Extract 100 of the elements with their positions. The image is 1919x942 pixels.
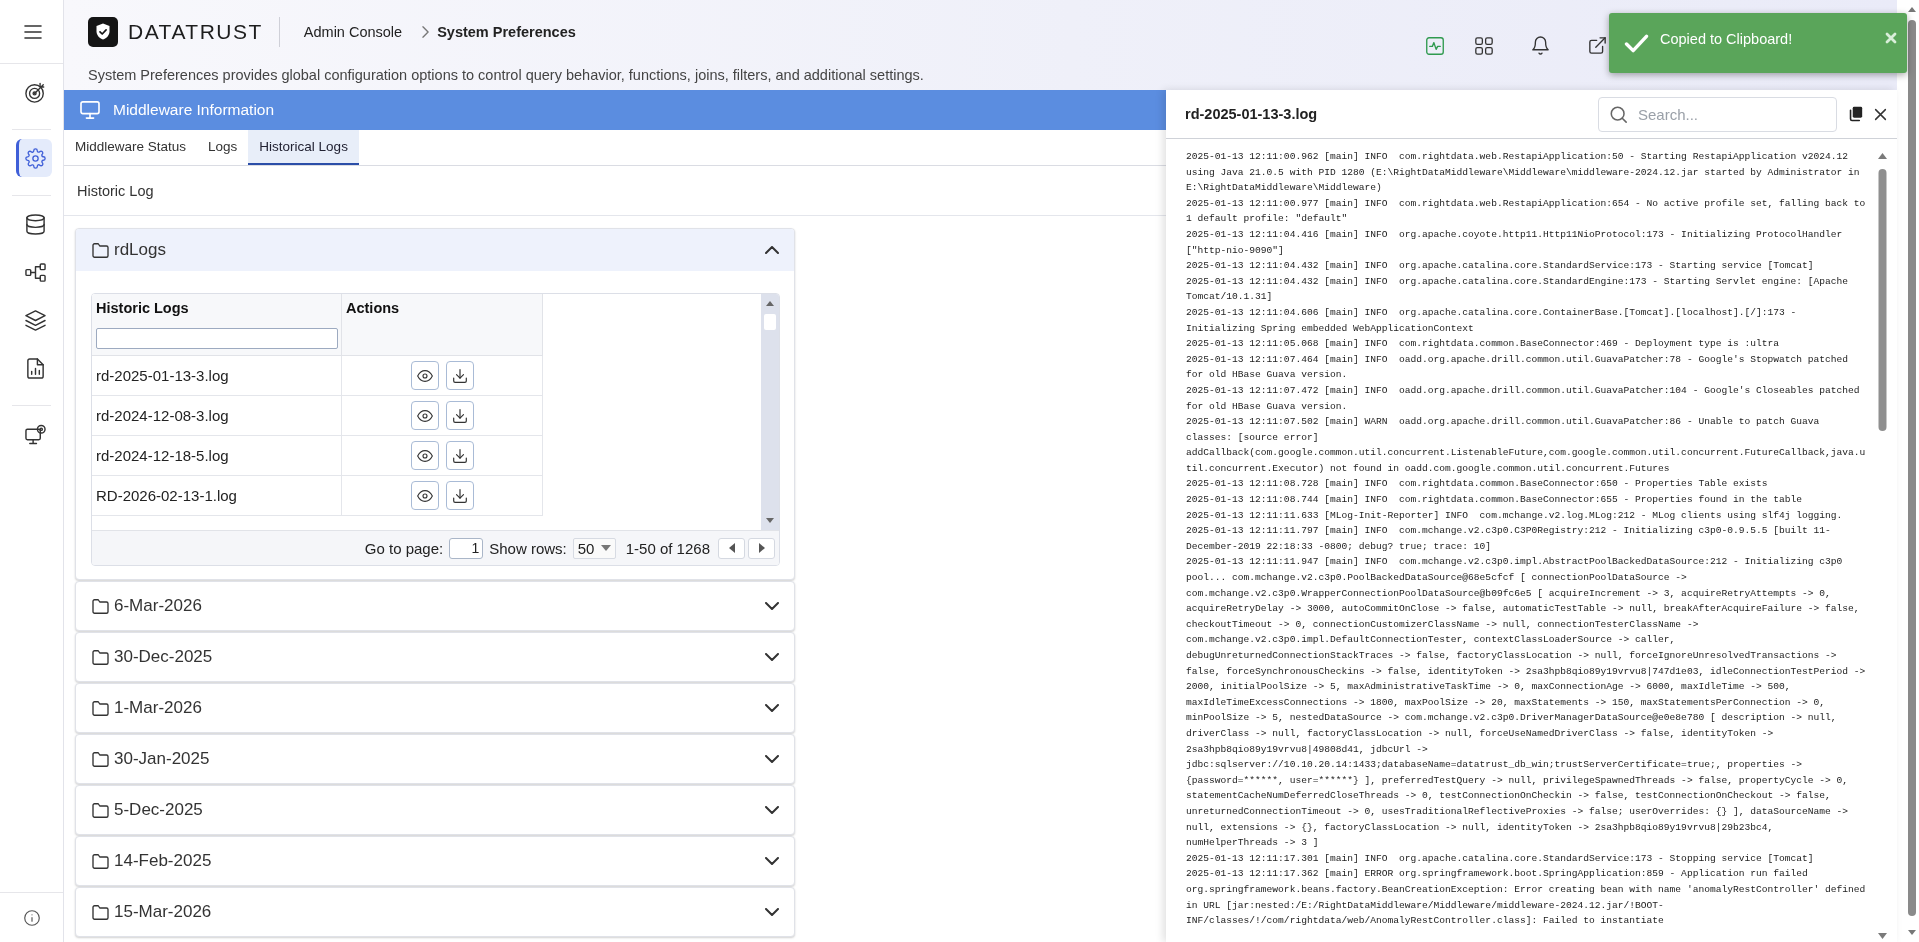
accordion-header[interactable]: 30-Jan-2025	[75, 734, 795, 784]
grid-icon[interactable]	[1475, 36, 1493, 55]
accordion-header[interactable]: 5-Dec-2025	[75, 785, 795, 835]
tab[interactable]: Logs	[197, 130, 249, 165]
triangle-left-icon	[728, 543, 735, 553]
folder-icon	[92, 751, 109, 767]
folder-icon	[92, 802, 109, 818]
table-cell: RD-2026-02-13-1.log	[92, 476, 342, 515]
go-to-page-label: Go to page:	[364, 539, 444, 557]
download-button[interactable]	[445, 401, 474, 430]
download-icon	[452, 488, 467, 503]
accordion-header[interactable]: 1-Mar-2026	[75, 683, 795, 733]
page-field[interactable]: 1	[449, 537, 484, 559]
settings-icon	[25, 147, 46, 169]
folder-icon	[92, 904, 109, 920]
chevron-up-icon	[765, 246, 779, 254]
search-icon	[1610, 105, 1627, 123]
target-icon	[25, 81, 46, 103]
log-entry: 2025-01-13 12:11:08.744 [main] INFO com.rightdata.common.BaseConnector:655 - Properties found in the table	[1186, 493, 1804, 508]
chevron-right-icon	[422, 26, 430, 38]
rows-select[interactable]: 50	[572, 537, 616, 559]
table-cell: rd-2025-01-13-3.log	[92, 356, 342, 395]
log-entry: 2025-01-13 12:11:00.977 [main] INFO com.rightdata.web.RestapiApplication:654 - No active profile set, falling back to 1 default profile: "default"	[1186, 196, 1867, 227]
log-entry: 2025-01-13 12:11:11.797 [main] INFO com.mchange.v2.c3p0.C3P0Registry:212 - Initializing c3p0-0.9.5.5 [built 11-December-2019 22:18:33 -0800; debug? true; trace: 10]	[1186, 524, 1832, 554]
tab[interactable]: Middleware Status	[64, 130, 198, 165]
show-rows-label: Show rows:	[489, 539, 567, 557]
accordion-header[interactable]: 6-Mar-2026	[75, 581, 795, 631]
log-entry: 2025-01-13 12:11:04.432 [main] INFO org.apache.catalina.core.StandardEngine:173 - Starting Servlet engine: [Apache Tomcat/10.1.31]	[1186, 274, 1850, 305]
chevron-down-icon	[765, 704, 779, 712]
view-button[interactable]	[410, 361, 439, 390]
folder-icon	[92, 700, 109, 716]
folder-icon	[92, 853, 109, 869]
copy-icon[interactable]	[1849, 106, 1863, 122]
breadcrumb-link[interactable]: Admin Console	[303, 24, 403, 40]
previous-page-button[interactable]	[718, 537, 745, 559]
nodes-icon	[25, 261, 46, 283]
chevron-down-icon	[765, 857, 779, 865]
accordion-header[interactable]: 14-Feb-2025	[75, 836, 795, 886]
log-entry: 2025-01-13 12:11:17.362 [main] ERROR org.springframework.boot.SpringApplication:859 - Application run failed org.springframework.beans.factory.BeanCreationException: Error creating bean with name 'anomalyRestController' defined in URL [jar:nested:/E:/RightDataMiddleware/Middleware/middleware-2024.12.jar/!BOOT-INF/classes/!/com/rightdata/web/AnomalyRestController.class]: Failed to instantiate	[1186, 867, 1867, 929]
database-icon	[25, 213, 46, 235]
next-page-button[interactable]	[748, 537, 775, 559]
chevron-down-icon	[765, 908, 779, 916]
view-button[interactable]	[410, 441, 439, 470]
column-header: Historic Logs	[96, 300, 189, 316]
accordion-header[interactable]: rdLogs	[76, 229, 794, 271]
eye-icon	[416, 489, 433, 502]
table-cell: rd-2024-12-08-3.log	[92, 396, 342, 435]
folder-icon	[92, 649, 109, 665]
log-title: rd-2025-01-13-3.log	[1185, 106, 1318, 122]
folder-icon	[92, 598, 109, 614]
monitor-icon	[80, 101, 100, 119]
table-cell: rd-2024-12-18-5.log	[92, 436, 342, 475]
bell-icon[interactable]	[1532, 36, 1549, 55]
log-entry: 2025-01-13 12:11:07.472 [main] INFO oadd.org.apache.drill.common.util.GuavaPatcher:104 - Google's Closeables patched for old HBase Guava version.	[1186, 383, 1861, 414]
menu-icon[interactable]	[24, 24, 42, 39]
search-field[interactable]: Search...	[1598, 96, 1837, 132]
download-button[interactable]	[445, 481, 474, 510]
log-entry: 2025-01-13 12:11:11.633 [MLog-Init-Reporter] INFO com.mchange.v2.log.MLog:212 - MLog clients using slf4j logging.	[1186, 508, 1844, 523]
download-button[interactable]	[445, 441, 474, 470]
pulse-icon[interactable]	[1426, 36, 1444, 55]
log-entry: 2025-01-13 12:11:11.947 [main] INFO com.mchange.v2.c3p0.impl.AbstractPoolBackedDataSource:212 - Initializing c3p0 pool... com.mchange.v2.c3p0.PoolBackedDataSource@68e5cfcf [ connectionPoolDataSource -> com.mchange.v2.c3p0.WrapperConnectionPoolDataSource@b09fc6e5 [ acquireIncrement -> 3, acquireRetryAttempts -> 0, acquireRetryDelay -> 3000, autoCommitOnClose -> false, automaticTestTable -> null, breakAfterAcquireFailure -> false, checkoutTimeout -> 0, connectionCustomizerClassName -> null, connectionTesterClassName -> com.mchange.v2.c3p0.impl.DefaultConnectionTester, contextClassLoaderSource -> caller, debugUnreturnedConnectionStackTraces -> false, factoryClassLocation -> null, forceIgnoreUnresolvedTransactions -> false, forceSynchronousCheckins -> false, identityToken -> 2sa3hpb8qio89y19vrvu8|747d1e03, idleConnectionTestPeriod -> 2000, initialPoolSize -> 5, maxAdministrativeTaskTime -> 0, maxConnectionAge -> 6000, maxIdleTime -> 500, maxIdleTimeExcessConnections -> 1800, maxPoolSize -> 20, maxStatements -> 150, maxStatementsPerConnection -> 0, minPoolSize -> 5, nestedDataSource -> com.mchange.v2.c3p0.DriverManagerDataSource@e0e8e780 [ description -> null, driverClass -> null, factoryClassLocation -> null, forceUseNamedDriverClass -> false, identityToken -> 2sa3hpb8qio89y19vrvu8|49808d41, jdbcUrl -> jdbc:sqlserver://10.10.20.14:1433;databaseName=datatrust_db_win;trustServerCertificate=true;, properties -> {password=******, user=******} ], preferredTestQuery -> null, privilegeSpawnedThreads -> false, propertyCycle -> 0, statementCacheNumDeferredCloseThreads -> 0, testConnectionOnCheckin -> false, testConnectionOnCheckout -> false, unreturnedConnectionTimeout -> 0, usesTraditionalReflectiveProxies -> false; userOverrides: {} ], dataSourceName -> null, extensions -> {}, factoryClassLocation -> null, identityToken -> 2sa3hpb8qio89y19vrvu8|29b23bc4, numHelperThreads -> 3 ]	[1186, 555, 1867, 851]
download-button[interactable]	[445, 361, 474, 390]
triangle-right-icon	[758, 543, 765, 553]
column-header: Actions	[346, 300, 400, 316]
filter-field[interactable]	[96, 328, 338, 349]
page-description: System Preferences provides global configuration options to control query behavior, functions, joins, filters, and additional settings.	[88, 66, 925, 84]
download-icon	[452, 408, 467, 423]
chart-document-icon	[25, 357, 46, 379]
close-icon[interactable]	[1874, 107, 1887, 121]
tab[interactable]: Historical Logs	[248, 130, 359, 165]
log-entry: 2025-01-13 12:11:17.301 [main] INFO org.apache.catalina.core.StandardService:173 - Stopping service [Tomcat]	[1186, 851, 1815, 866]
info-icon[interactable]	[23, 909, 40, 926]
view-button[interactable]	[410, 401, 439, 430]
external-link-icon[interactable]	[1589, 37, 1606, 54]
view-button[interactable]	[410, 481, 439, 510]
chevron-down-icon	[765, 602, 779, 610]
eye-icon	[416, 369, 433, 382]
log-entry: 2025-01-13 12:11:08.728 [main] INFO com.rightdata.common.BaseConnector:650 - Properties Table exists	[1186, 477, 1769, 492]
log-entry: 2025-01-13 12:11:04.606 [main] INFO org.apache.catalina.core.ContainerBase.[Tomcat].[localhost].[/]:173 - Initializing Spring embedded WebApplicationContext	[1186, 305, 1798, 336]
panel-heading: Historic Log	[77, 182, 154, 199]
accordion-header[interactable]: 30-Dec-2025	[75, 632, 795, 682]
chevron-down-icon	[765, 653, 779, 661]
check-icon	[1624, 33, 1649, 53]
page-title: System Preferences	[437, 24, 576, 40]
folder-icon	[92, 242, 109, 258]
brand-name: DATATRUST	[128, 20, 263, 44]
caret-icon	[600, 545, 611, 551]
accordion-header[interactable]: 15-Mar-2026	[75, 887, 795, 937]
log-entry: 2025-01-13 12:11:04.416 [main] INFO org.apache.coyote.http11.Http11NioProtocol:173 - Initializing ProtocolHandler ["http-nio-9090"]	[1186, 227, 1844, 258]
section-title: Middleware Information	[113, 101, 275, 119]
eye-icon	[416, 449, 433, 462]
log-entry: 2025-01-13 12:11:07.502 [main] WARN oadd.org.apache.drill.common.util.GuavaPatcher:86 - Unable to patch Guava classes: [source error] addCallback(com.google.common.util.concurrent.ListenableFuture,com.google.common.util.concurrent.FutureCallback,java.util.concurrent.Executor) not found in oadd.com.google.common.util.concurrent.Futures	[1186, 415, 1867, 476]
log-entry: 2025-01-13 12:11:07.464 [main] INFO oadd.org.apache.drill.common.util.GuavaPatcher:78 - Google's Stopwatch patched for old HBase Guava version.	[1186, 352, 1850, 383]
monitor-icon	[25, 423, 46, 445]
row-range-label: 1-50 of 1268	[625, 539, 710, 557]
log-entry: 2025-01-13 12:11:05.068 [main] INFO com.rightdata.common.BaseConnector:469 - Deployment type is :ultra	[1186, 337, 1780, 352]
log-entry: 2025-01-13 12:11:04.432 [main] INFO org.apache.catalina.core.StandardService:173 - Starting service [Tomcat]	[1186, 259, 1815, 274]
eye-icon	[416, 409, 433, 422]
download-icon	[452, 368, 467, 383]
shield-logo-icon	[88, 17, 118, 47]
